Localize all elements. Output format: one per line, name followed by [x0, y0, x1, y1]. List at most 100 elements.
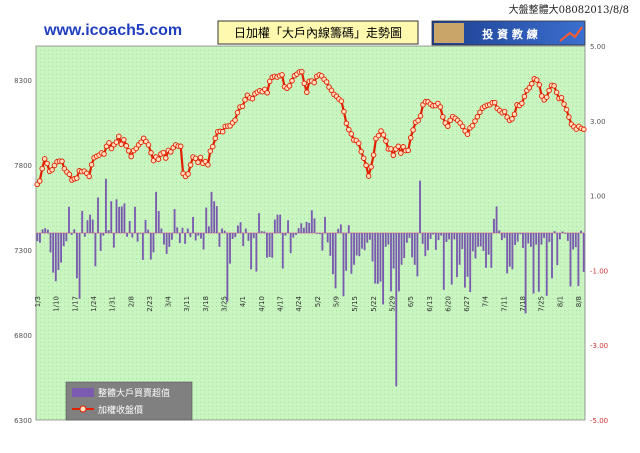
bar — [168, 233, 171, 247]
line-point — [128, 153, 134, 160]
line-point — [118, 141, 125, 148]
bar — [463, 233, 466, 288]
bar — [424, 233, 427, 257]
line-point — [219, 128, 226, 135]
bar — [184, 233, 187, 244]
line-point — [311, 79, 317, 86]
bar — [205, 207, 208, 233]
right-tick-label: 3.00 — [590, 118, 606, 126]
bar — [413, 233, 416, 265]
bar — [342, 233, 345, 297]
bar — [508, 233, 511, 267]
bar — [329, 233, 332, 256]
line-point — [581, 126, 587, 133]
line-point — [534, 77, 540, 83]
left-tick-label: 8300 — [14, 77, 32, 85]
line-point — [417, 113, 424, 119]
bar — [202, 233, 205, 250]
bar — [192, 216, 194, 233]
bar — [387, 233, 390, 245]
bar — [355, 233, 358, 256]
line-point — [121, 137, 127, 143]
line-point — [155, 156, 162, 162]
bar — [226, 233, 229, 302]
line-point — [445, 123, 451, 129]
bar — [310, 210, 313, 233]
bar — [141, 233, 144, 260]
line-point — [116, 133, 122, 140]
bar — [434, 233, 437, 250]
x-tick-label: 6/13 — [426, 296, 434, 312]
line-point — [368, 164, 374, 170]
line-point — [234, 109, 241, 116]
bar — [207, 226, 210, 233]
legend-line-label: 加權收盤價 — [98, 404, 143, 416]
line-point — [405, 147, 411, 154]
bar — [163, 233, 165, 245]
bar — [559, 233, 561, 240]
line-point — [113, 139, 120, 145]
line-point — [365, 173, 372, 179]
line-point — [197, 154, 204, 161]
chart-svg: www.icoach5.com 大盤整體大08082013/8/8 日加權「大戶… — [14, 3, 629, 425]
x-tick-label: 3/11 — [183, 296, 191, 312]
bar — [466, 233, 469, 277]
x-tick-label: 3/25 — [221, 296, 229, 312]
bar — [186, 228, 189, 233]
bar — [210, 191, 213, 233]
x-tick-label: 1/31 — [109, 296, 117, 312]
bar — [556, 233, 559, 266]
bar — [448, 233, 450, 240]
line-point — [286, 83, 293, 89]
bar — [339, 224, 342, 233]
bar — [120, 206, 123, 233]
bar — [75, 233, 78, 279]
bar — [384, 233, 387, 247]
bar — [99, 233, 102, 251]
left-tick-label: 6300 — [14, 417, 32, 425]
bar — [347, 225, 350, 233]
x-tick-label: 4/17 — [277, 296, 285, 312]
bar — [44, 228, 47, 233]
bar — [292, 233, 295, 238]
bar — [553, 231, 556, 233]
bar — [287, 220, 289, 233]
bar — [149, 233, 152, 260]
bar — [194, 233, 197, 241]
line-point — [398, 150, 404, 156]
line-point — [207, 148, 214, 154]
bar — [234, 233, 237, 238]
bar — [500, 233, 503, 241]
line-point — [536, 82, 543, 88]
line-point — [125, 148, 132, 154]
x-tick-label: 7/4 — [482, 295, 490, 307]
bar — [318, 233, 321, 235]
bar — [197, 233, 200, 236]
x-tick-label: 1/10 — [53, 296, 61, 312]
x-tick-label: 5/9 — [333, 296, 341, 307]
bar — [57, 233, 60, 271]
bar — [173, 209, 176, 233]
x-tick-label: 8/8 — [575, 296, 583, 307]
line-point — [242, 97, 248, 103]
line-point — [210, 143, 216, 150]
bar — [49, 233, 52, 253]
bar — [144, 219, 147, 233]
bar — [165, 233, 168, 254]
bar — [266, 233, 268, 258]
right-axis: -5.00 -3.00 -1.00 1.00 3.00 5.00 — [590, 43, 608, 425]
logo: 投 資 教 練 — [431, 20, 586, 46]
x-tick-label: 8/1 — [556, 296, 564, 307]
x-tick-label: 1/24 — [90, 296, 98, 312]
bar — [252, 233, 255, 239]
bar — [582, 233, 585, 272]
bar — [239, 222, 242, 233]
line-point — [341, 108, 347, 115]
bar — [268, 233, 271, 257]
left-axis: 6300 6800 7300 7800 8300 — [14, 77, 32, 425]
bar — [215, 206, 218, 233]
line-point — [323, 79, 330, 85]
bar — [236, 225, 239, 233]
bar — [284, 233, 287, 236]
line-point — [474, 113, 481, 120]
